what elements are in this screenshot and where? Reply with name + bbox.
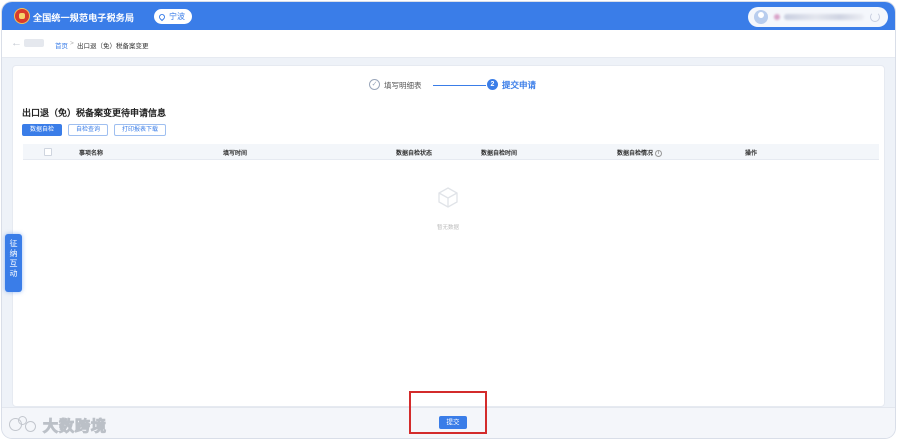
avatar[interactable] — [754, 10, 768, 24]
logout-icon[interactable] — [870, 12, 880, 22]
side-tab-char: 征 — [9, 239, 18, 248]
user-info[interactable] — [748, 7, 888, 27]
column-header-check-status: 数据自检状态 — [396, 151, 433, 157]
step-number-icon: 2 — [487, 79, 498, 90]
interaction-side-tab[interactable]: 征 纳 互 动 — [5, 234, 22, 292]
print-report-download-button[interactable]: 打印报表下载 — [114, 124, 167, 136]
column-header-check-time: 数据自检时间 — [481, 151, 518, 157]
step-connector — [433, 85, 486, 86]
location-pin-icon — [157, 12, 167, 21]
city-selector[interactable]: 宁波 — [154, 9, 192, 24]
step-submit-application: 提交申请 — [502, 80, 537, 90]
back-arrow-icon[interactable]: ← — [11, 37, 22, 49]
column-header-fill-time: 填写时间 — [223, 151, 248, 157]
national-emblem-icon — [14, 8, 30, 24]
annotation-highlight-box — [409, 391, 487, 434]
column-header-item-name: 事项名称 — [79, 151, 104, 157]
watermark-text: 大数跨境 — [42, 417, 108, 435]
app-window: 全国统一规范电子税务局 宁波 ← 首页 > 出口退（免）税备案变更 ✓ 填写明细… — [2, 2, 895, 438]
main-panel: ✓ 填写明细表 2 提交申请 出口退（免）税备案变更待申请信息 数据自检 自检查… — [12, 65, 885, 407]
user-name-redacted — [774, 14, 780, 20]
column-header-check-result: 数据自检情况 i — [617, 148, 663, 157]
side-tab-char: 动 — [9, 269, 18, 278]
breadcrumb-current: 出口退（免）税备案变更 — [77, 43, 149, 50]
breadcrumb-bar: ← 首页 > 出口退（免）税备案变更 — [2, 30, 895, 58]
watermark-logo-icon — [9, 416, 39, 434]
breadcrumb-separator: > — [70, 40, 74, 47]
selfcheck-query-button[interactable]: 自检查询 — [68, 124, 109, 136]
table-header: 事项名称 填写时间 数据自检状态 数据自检时间 数据自检情况 i 操作 — [23, 144, 879, 160]
select-all-checkbox[interactable] — [44, 148, 52, 156]
top-navigation-bar: 全国统一规范电子税务局 宁波 — [2, 2, 895, 30]
step-complete-icon: ✓ — [369, 79, 380, 90]
step-fill-details: 填写明细表 — [384, 81, 422, 90]
step-indicator: ✓ 填写明细表 2 提交申请 — [13, 77, 886, 93]
user-name-redacted — [784, 14, 864, 20]
column-header-check-result-label: 数据自检情况 — [617, 151, 654, 157]
empty-box-icon — [438, 187, 458, 208]
city-label: 宁波 — [169, 12, 185, 21]
empty-state-text: 暂无数据 — [436, 225, 459, 231]
data-selfcheck-button[interactable]: 数据自检 — [22, 124, 63, 136]
column-header-actions: 操作 — [745, 151, 758, 157]
toolbar: 数据自检 自检查询 打印报表下载 — [22, 124, 167, 136]
watermark: 大数跨境 — [9, 415, 107, 435]
back-label-redacted[interactable] — [24, 39, 44, 47]
info-icon[interactable]: i — [655, 149, 663, 157]
site-title: 全国统一规范电子税务局 — [33, 13, 135, 23]
section-title: 出口退（免）税备案变更待申请信息 — [22, 108, 167, 118]
side-tab-char: 纳 — [9, 249, 18, 258]
side-tab-char: 互 — [9, 259, 18, 268]
breadcrumb-home[interactable]: 首页 — [55, 40, 68, 50]
